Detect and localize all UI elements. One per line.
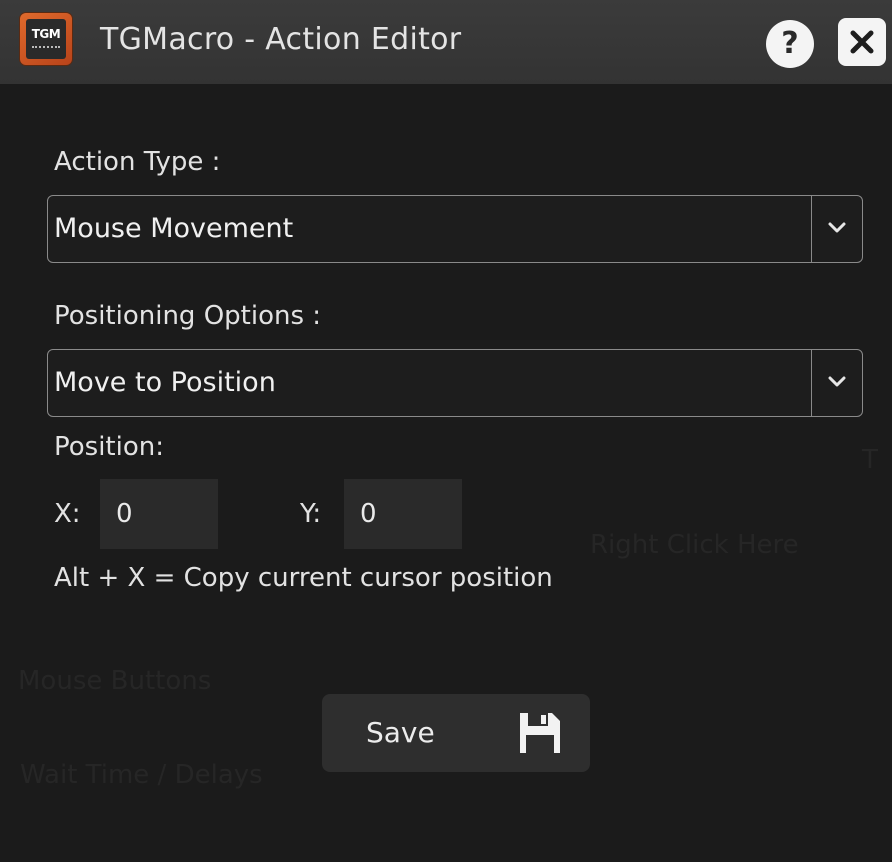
chevron-down-icon xyxy=(828,376,846,387)
action-type-select[interactable]: Mouse Movement xyxy=(47,195,863,263)
background-text-mouse-buttons: Mouse Buttons xyxy=(18,666,212,696)
background-text-wait-time: Wait Time / Delays xyxy=(20,760,263,790)
app-logo-text: TGM xyxy=(31,27,61,41)
app-logo-icon: TGM xyxy=(20,13,72,65)
y-label: Y: xyxy=(300,499,322,529)
y-coordinate-input[interactable] xyxy=(344,479,462,549)
action-type-label: Action Type : xyxy=(54,147,221,177)
action-type-dropdown-toggle[interactable] xyxy=(811,196,862,262)
positioning-options-select[interactable]: Move to Position xyxy=(47,349,863,417)
floppy-disk-icon xyxy=(520,713,560,753)
question-mark-icon: ? xyxy=(781,26,799,61)
positioning-options-label: Positioning Options : xyxy=(54,301,322,331)
positioning-dropdown-toggle[interactable] xyxy=(811,350,862,416)
close-button[interactable] xyxy=(838,18,886,66)
help-button[interactable]: ? xyxy=(766,20,814,68)
save-button-label: Save xyxy=(366,716,435,749)
positioning-options-value: Move to Position xyxy=(54,367,276,398)
save-button[interactable]: Save xyxy=(322,694,590,772)
cursor-copy-hint: Alt + X = Copy current cursor position xyxy=(54,563,553,593)
action-editor-window: Mouse Buttons Wait Time / Delays Right C… xyxy=(0,0,892,862)
title-bar[interactable]: TGM TGMacro - Action Editor ? xyxy=(0,0,892,84)
x-coordinate-input[interactable] xyxy=(100,479,218,549)
x-label: X: xyxy=(54,499,81,529)
window-title: TGMacro - Action Editor xyxy=(100,22,462,57)
position-label: Position: xyxy=(54,432,164,462)
background-text-fragment: T xyxy=(862,445,878,475)
close-icon xyxy=(850,30,874,54)
action-type-value: Mouse Movement xyxy=(54,213,294,244)
chevron-down-icon xyxy=(828,222,846,233)
background-text-right-click: Right Click Here xyxy=(590,530,799,560)
